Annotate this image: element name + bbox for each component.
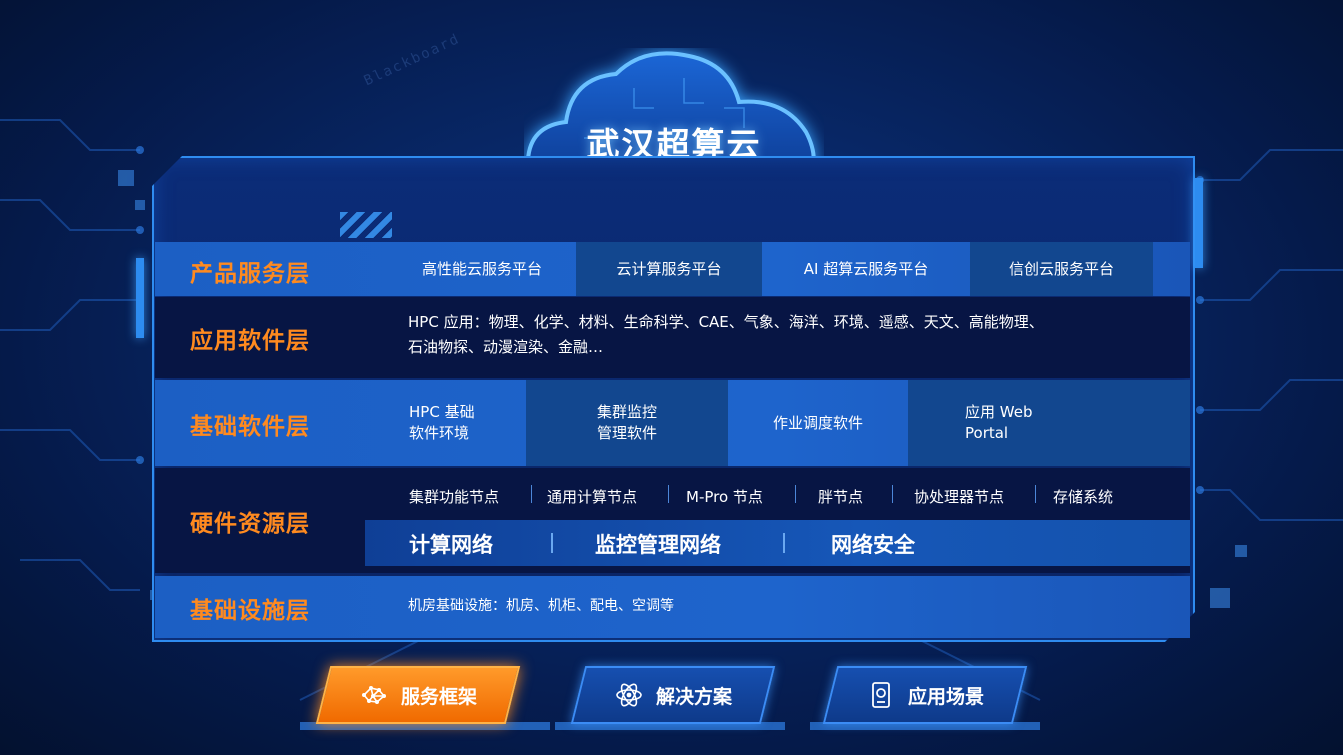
separator — [1035, 485, 1036, 503]
base-software-item[interactable]: 作业调度软件 — [728, 380, 908, 466]
separator — [783, 533, 785, 553]
separator — [551, 533, 553, 553]
item-line: 应用 Web — [965, 403, 1033, 421]
layer-label: 基础软件层 — [190, 414, 310, 440]
item-line: 作业调度软件 — [772, 413, 863, 432]
product-item[interactable]: AI 超算云服务平台 — [762, 242, 970, 296]
atom-icon — [616, 683, 642, 707]
hardware-node[interactable]: 胖节点 — [818, 486, 863, 507]
solutions-button[interactable]: 解决方案 — [570, 666, 776, 724]
network-item[interactable]: 监控管理网络 — [595, 529, 721, 559]
application-text-line: HPC 应用：物理、化学、材料、生命科学、CAE、气象、海洋、环境、遥感、天文、… — [408, 313, 1044, 331]
right-glow-bar — [1195, 178, 1203, 268]
network-brain-icon — [361, 686, 386, 704]
item-line: 管理软件 — [596, 424, 657, 442]
item-line: 软件环境 — [409, 424, 470, 442]
button-label: 解决方案 — [655, 685, 732, 708]
network-item[interactable]: 计算网络 — [409, 529, 493, 559]
frame-stripe-accent — [340, 212, 392, 238]
hardware-node[interactable]: 集群功能节点 — [409, 486, 499, 507]
hardware-node[interactable]: 存储系统 — [1053, 486, 1113, 507]
base-software-item[interactable]: HPC 基础 软件环境 — [395, 380, 525, 466]
service-framework-button[interactable]: 服务框架 — [315, 666, 521, 724]
application-text-line: 石油物探、动漫渲染、金融… — [408, 338, 604, 356]
base-software-item[interactable]: 集群监控 管理软件 — [526, 380, 728, 466]
layer-base-software: 基础软件层 HPC 基础 软件环境 集群监控 管理软件 作业调度软件 应用 We… — [155, 380, 1190, 466]
layer-label: 应用软件层 — [190, 328, 310, 354]
separator — [795, 485, 796, 503]
layer-label: 基础设施层 — [190, 598, 310, 624]
button-label: 服务框架 — [400, 685, 477, 708]
left-glow-bar — [136, 258, 144, 338]
separator — [892, 485, 893, 503]
product-item[interactable]: 云计算服务平台 — [576, 242, 762, 296]
separator — [531, 485, 532, 503]
hardware-node[interactable]: M-Pro 节点 — [686, 486, 763, 507]
layer-product: 产品服务层 高性能云服务平台 云计算服务平台 AI 超算云服务平台 信创云服务平… — [155, 242, 1190, 296]
layer-label: 产品服务层 — [190, 261, 310, 287]
mobile-screen-icon — [872, 682, 890, 708]
item-line: 集群监控 — [596, 403, 657, 421]
infrastructure-text: 机房基础设施：机房、机柜、配电、空调等 — [408, 598, 674, 614]
watermark-text: Blackboard — [361, 30, 463, 90]
network-bar: 计算网络 监控管理网络 网络安全 — [365, 520, 1190, 566]
layer-infrastructure: 基础设施层 机房基础设施：机房、机柜、配电、空调等 — [155, 576, 1190, 638]
layer-application: 应用软件层 HPC 应用：物理、化学、材料、生命科学、CAE、气象、海洋、环境、… — [155, 297, 1190, 378]
product-item[interactable]: 高性能云服务平台 — [388, 242, 576, 296]
product-item[interactable]: 信创云服务平台 — [970, 242, 1153, 296]
layer-label: 硬件资源层 — [190, 511, 310, 537]
base-software-item[interactable]: 应用 Web Portal — [908, 380, 1190, 466]
item-line: HPC 基础 — [409, 403, 475, 421]
button-label: 应用场景 — [907, 685, 984, 708]
scenarios-button[interactable]: 应用场景 — [822, 666, 1028, 724]
hardware-node[interactable]: 通用计算节点 — [547, 486, 637, 507]
layer-hardware: 硬件资源层 集群功能节点 通用计算节点 M-Pro 节点 胖节点 协处理器节点 … — [155, 468, 1190, 573]
network-item[interactable]: 网络安全 — [831, 529, 915, 559]
separator — [668, 485, 669, 503]
hardware-node[interactable]: 协处理器节点 — [914, 486, 1004, 507]
item-line: Portal — [965, 424, 1009, 442]
